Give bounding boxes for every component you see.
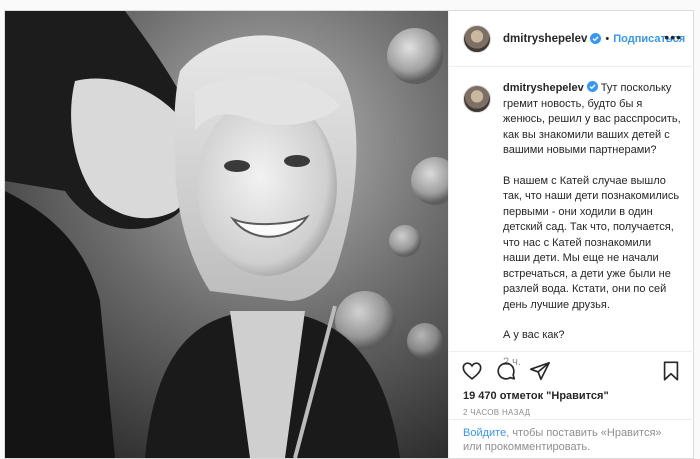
login-prompt: Войдите, чтобы поставить «Нравится» или … <box>449 419 694 458</box>
verified-badge-icon <box>586 81 598 92</box>
verified-badge-icon <box>590 33 602 44</box>
post-photo-image <box>5 11 448 458</box>
caption-text-2: В нашем с Катей случае вышло так, что на… <box>503 174 680 311</box>
separator-dot: • <box>605 32 610 45</box>
more-options-icon[interactable]: ••• <box>664 30 682 44</box>
login-link[interactable]: Войдите <box>463 427 506 439</box>
comment-icon[interactable] <box>495 360 517 382</box>
avatar[interactable] <box>463 24 491 53</box>
username-link[interactable]: dmitryshepelev <box>503 33 587 45</box>
share-icon[interactable] <box>529 360 551 382</box>
caption-text-3: А у вас как? <box>503 329 565 341</box>
post-header: dmitryshepelev • Подписаться ••• <box>449 11 694 67</box>
caption-body: dmitryshepelev Тут поскольку гремит ново… <box>503 81 681 370</box>
post-photo[interactable] <box>5 11 448 458</box>
likes-count[interactable]: 19 470 отметок "Нравится" <box>463 390 609 402</box>
bookmark-icon[interactable] <box>660 360 682 382</box>
post-sidebar: dmitryshepelev • Подписаться ••• dmitrys… <box>448 11 694 458</box>
post-caption: dmitryshepelev Тут поскольку гремит ново… <box>463 81 681 370</box>
caption-first-paragraph: dmitryshepelev Тут поскольку гремит ново… <box>503 81 681 159</box>
instagram-post: dmitryshepelev • Подписаться ••• dmitrys… <box>4 10 694 459</box>
heart-icon[interactable] <box>461 360 483 382</box>
caption-username-link[interactable]: dmitryshepelev <box>503 82 584 94</box>
action-bar <box>449 351 694 387</box>
caption-avatar[interactable] <box>463 85 491 113</box>
post-timestamp[interactable]: 2 ЧАСОВ НАЗАД <box>463 408 530 417</box>
